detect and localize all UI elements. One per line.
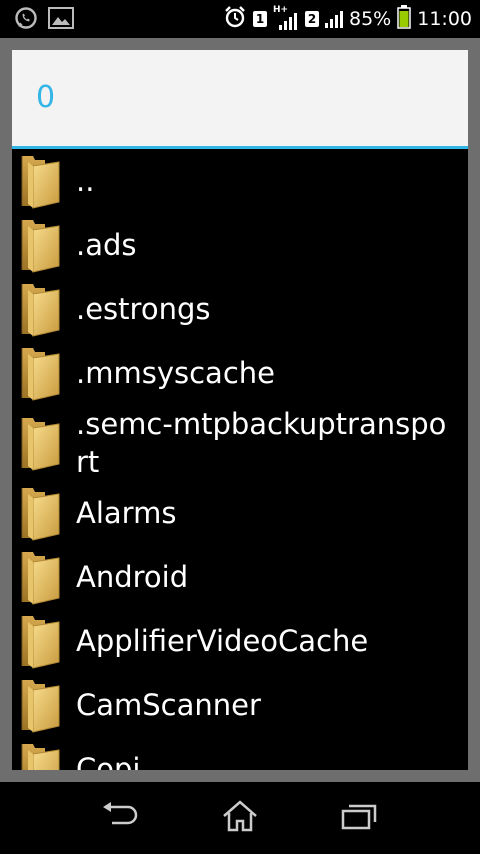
folder-icon (19, 414, 63, 472)
folder-row[interactable]: .semc-mtpbackuptransport (12, 405, 468, 481)
image-icon (48, 7, 74, 33)
recent-apps-icon (340, 801, 380, 835)
folder-row[interactable]: .mmsyscache (12, 341, 468, 405)
recent-apps-button[interactable] (330, 796, 390, 840)
status-bar: 1 H+ 2 85% 11:00 (0, 0, 480, 38)
folder-row[interactable]: .estrongs (12, 277, 468, 341)
folder-row[interactable]: Alarms (12, 481, 468, 545)
navigation-bar (0, 782, 480, 854)
signal-icon (325, 10, 343, 28)
folder-icon (19, 484, 63, 542)
whatsapp-icon (14, 6, 38, 34)
folder-icon (19, 676, 63, 734)
clock: 11:00 (417, 8, 472, 30)
folder-icon (19, 344, 63, 402)
folder-row[interactable]: .ads (12, 213, 468, 277)
folder-name: Android (76, 560, 189, 594)
dialog-header: 0 (12, 50, 468, 149)
folder-name: .mmsyscache (76, 356, 275, 390)
battery-percent: 85% (349, 8, 392, 30)
home-icon (221, 799, 259, 837)
alarm-icon (223, 5, 247, 33)
folder-picker-dialog: 0 .. .ads .estrongs .mmsyscache .semc-mt… (12, 50, 468, 770)
folder-icon (19, 152, 63, 210)
battery-icon (397, 5, 411, 33)
folder-name: .estrongs (76, 292, 211, 326)
dialog-title: 0 (36, 80, 56, 115)
folder-row[interactable]: Copi... (12, 737, 468, 770)
folder-icon (19, 548, 63, 606)
sim2-badge: 2 (305, 11, 319, 27)
folder-icon (19, 612, 63, 670)
signal-icon: H+ (273, 6, 299, 32)
folder-icon (19, 740, 63, 770)
folder-row[interactable]: .. (12, 149, 468, 213)
folder-name: .semc-mtpbackuptransport (76, 407, 447, 479)
back-icon (100, 801, 140, 835)
sim1-badge: 1 (253, 11, 267, 27)
back-button[interactable] (90, 796, 150, 840)
folder-row[interactable]: ApplifierVideoCache (12, 609, 468, 673)
folder-name: Copi... (76, 752, 169, 770)
folder-icon (19, 216, 63, 274)
folder-name: ApplifierVideoCache (76, 624, 369, 658)
folder-row[interactable]: Android (12, 545, 468, 609)
folder-name: Alarms (76, 496, 177, 530)
folder-name: CamScanner (76, 688, 261, 722)
home-button[interactable] (210, 796, 270, 840)
folder-name: .ads (76, 228, 137, 262)
folder-list[interactable]: .. .ads .estrongs .mmsyscache .semc-mtpb… (12, 149, 468, 770)
folder-row[interactable]: CamScanner (12, 673, 468, 737)
folder-icon (19, 280, 63, 338)
folder-name: .. (76, 164, 95, 198)
